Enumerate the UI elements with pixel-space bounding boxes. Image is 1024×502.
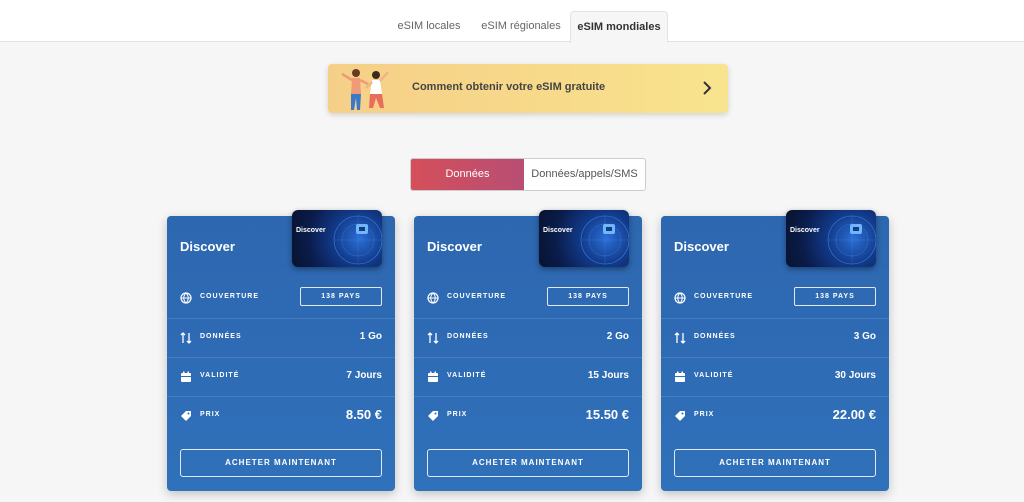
price-tag-icon: [181, 411, 191, 421]
coverage-label: COUVERTURE: [200, 293, 260, 300]
data-label: DONNÉES: [694, 333, 736, 340]
price-value: 22.00 €: [832, 407, 876, 422]
coverage-label: COUVERTURE: [447, 293, 507, 300]
validity-row: VALIDITÉ 30 Jours: [661, 357, 889, 396]
validity-row: VALIDITÉ 7 Jours: [167, 357, 395, 396]
sim-card-image: Discover: [786, 210, 876, 267]
plan-card: Discover Discover COUVERTURE 138 PAYS DO…: [414, 210, 642, 491]
validity-value: 7 Jours: [346, 370, 382, 381]
data-value: 2 Go: [606, 331, 629, 342]
price-row: PRIX 22.00 €: [661, 396, 889, 435]
tab-local-esim[interactable]: eSIM locales: [389, 11, 469, 42]
data-row: DONNÉES 1 Go: [167, 318, 395, 357]
tab-regional-esim[interactable]: eSIM régionales: [474, 11, 568, 42]
globe-icon: [180, 292, 192, 304]
data-transfer-icon: [427, 332, 439, 344]
plan-card: Discover Discover COUVERTURE 138 PAYS DO…: [661, 210, 889, 491]
price-label: PRIX: [447, 411, 468, 418]
coverage-row: COUVERTURE 138 PAYS: [167, 279, 395, 318]
sim-card-image: Discover: [292, 210, 382, 267]
data-only-option[interactable]: Données: [411, 159, 524, 190]
data-value: 3 Go: [853, 331, 876, 342]
data-value: 1 Go: [359, 331, 382, 342]
price-row: PRIX 8.50 €: [167, 396, 395, 435]
validity-label: VALIDITÉ: [694, 372, 734, 379]
price-row: PRIX 15.50 €: [414, 396, 642, 435]
data-label: DONNÉES: [447, 333, 489, 340]
calendar-icon: [181, 371, 191, 382]
data-transfer-icon: [180, 332, 192, 344]
buy-now-button[interactable]: ACHETER MAINTENANT: [427, 449, 629, 477]
coverage-label: COUVERTURE: [694, 293, 754, 300]
coverage-countries-button[interactable]: 138 PAYS: [794, 287, 876, 306]
plan-title: Discover: [674, 239, 729, 254]
data-row: DONNÉES 3 Go: [661, 318, 889, 357]
price-tag-icon: [428, 411, 438, 421]
coverage-countries-button[interactable]: 138 PAYS: [300, 287, 382, 306]
buy-now-button[interactable]: ACHETER MAINTENANT: [674, 449, 876, 477]
plan-title: Discover: [180, 239, 235, 254]
sim-card-label: Discover: [790, 227, 820, 234]
tab-bar: eSIM locales eSIM régionales eSIM mondia…: [0, 0, 1024, 43]
price-value: 15.50 €: [585, 407, 629, 422]
buy-now-button[interactable]: ACHETER MAINTENANT: [180, 449, 382, 477]
coverage-countries-button[interactable]: 138 PAYS: [547, 287, 629, 306]
validity-value: 30 Jours: [834, 370, 876, 381]
free-esim-banner[interactable]: Comment obtenir votre eSIM gratuite: [328, 64, 728, 113]
data-label: DONNÉES: [200, 333, 242, 340]
validity-row: VALIDITÉ 15 Jours: [414, 357, 642, 396]
sim-card-image: Discover: [539, 210, 629, 267]
plan-type-toggle: Données Données/appels/SMS: [410, 158, 646, 191]
validity-value: 15 Jours: [587, 370, 629, 381]
sim-card-label: Discover: [296, 227, 326, 234]
validity-label: VALIDITÉ: [200, 372, 240, 379]
calendar-icon: [675, 371, 685, 382]
data-calls-sms-option[interactable]: Données/appels/SMS: [524, 159, 645, 190]
globe-icon: [427, 292, 439, 304]
validity-label: VALIDITÉ: [447, 372, 487, 379]
sim-card-label: Discover: [543, 227, 573, 234]
data-row: DONNÉES 2 Go: [414, 318, 642, 357]
chevron-right-icon: [703, 81, 712, 95]
tab-global-esim[interactable]: eSIM mondiales: [570, 11, 668, 43]
price-tag-icon: [675, 411, 685, 421]
banner-text: Comment obtenir votre eSIM gratuite: [412, 81, 606, 93]
coverage-row: COUVERTURE 138 PAYS: [414, 279, 642, 318]
globe-icon: [674, 292, 686, 304]
data-transfer-icon: [674, 332, 686, 344]
price-label: PRIX: [694, 411, 715, 418]
price-label: PRIX: [200, 411, 221, 418]
price-value: 8.50 €: [345, 407, 382, 422]
coverage-row: COUVERTURE 138 PAYS: [661, 279, 889, 318]
plan-card: Discover Discover COUVERTURE 138 PAYS DO…: [167, 210, 395, 491]
calendar-icon: [428, 371, 438, 382]
plan-title: Discover: [427, 239, 482, 254]
dancing-people-illustration: [341, 69, 389, 110]
